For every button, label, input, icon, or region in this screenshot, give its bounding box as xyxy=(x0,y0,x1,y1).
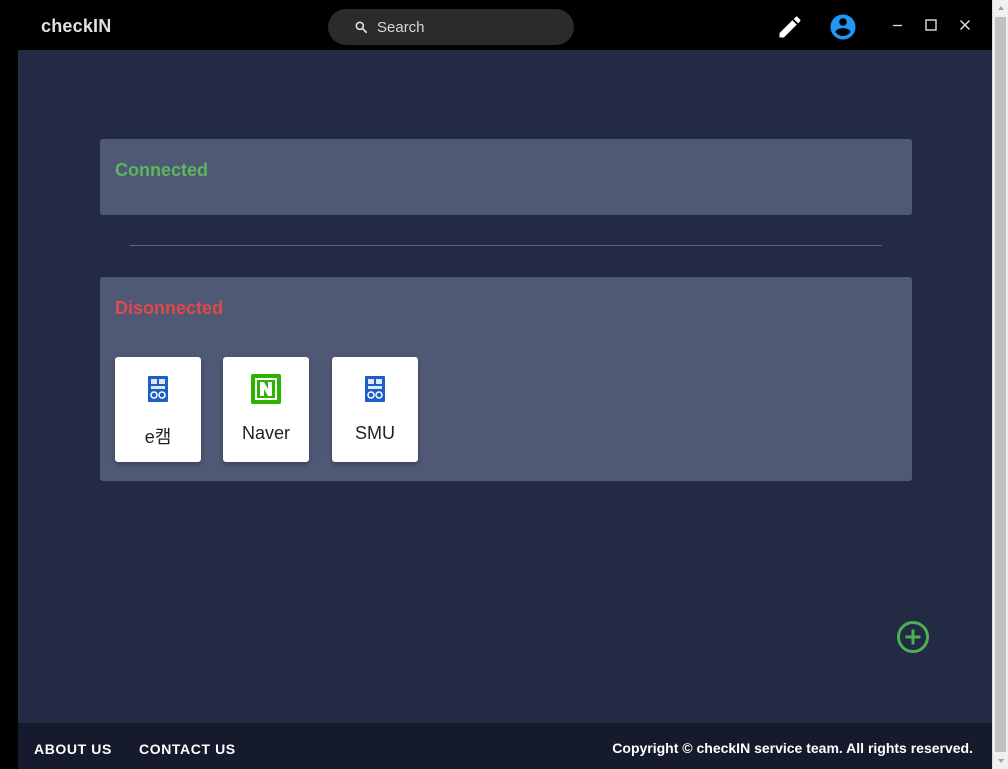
copyright-text: Copyright © checkIN service team. All ri… xyxy=(612,740,973,756)
maximize-icon[interactable] xyxy=(923,17,939,33)
footer: ABOUT US CONTACT US Copyright © checkIN … xyxy=(18,723,992,769)
service-card-label: e캠 xyxy=(144,427,172,447)
scroll-up-arrow-icon[interactable] xyxy=(997,4,1005,12)
university-logo-icon xyxy=(365,376,385,402)
scrollbar-thumb[interactable] xyxy=(995,17,1006,752)
service-card-label: Naver xyxy=(241,423,290,443)
service-card-smu[interactable]: SMU xyxy=(332,357,418,462)
search-input[interactable] xyxy=(377,17,557,37)
left-window-edge xyxy=(0,50,18,769)
connected-panel: Connected xyxy=(100,139,912,215)
scroll-down-arrow-icon[interactable] xyxy=(997,757,1005,765)
disconnected-panel: Disonnected e캠 Naver SMU xyxy=(100,277,912,481)
pencil-icon[interactable] xyxy=(776,13,804,41)
search-icon xyxy=(355,21,368,34)
university-logo-icon xyxy=(148,376,168,402)
add-circle-icon[interactable] xyxy=(896,620,930,654)
close-icon[interactable] xyxy=(957,17,973,33)
connected-title: Connected xyxy=(115,160,209,180)
minimize-icon[interactable] xyxy=(890,17,906,33)
contact-us-link[interactable]: CONTACT US xyxy=(139,741,236,757)
account-circle-icon[interactable] xyxy=(828,12,858,42)
about-us-link[interactable]: ABOUT US xyxy=(34,741,112,757)
naver-logo-icon xyxy=(251,374,281,404)
title-bar: checkIN xyxy=(0,0,992,50)
main-content: Connected Disonnected e캠 Naver SMU xyxy=(18,50,992,723)
service-card-label: SMU xyxy=(355,423,395,443)
app-title: checkIN xyxy=(41,16,112,36)
service-card-naver[interactable]: Naver xyxy=(223,357,309,462)
vertical-scrollbar[interactable] xyxy=(992,0,1008,769)
search-box[interactable] xyxy=(328,9,574,45)
section-divider xyxy=(130,245,882,246)
service-card-ecam[interactable]: e캠 xyxy=(115,357,201,462)
disconnected-title: Disonnected xyxy=(115,298,224,318)
